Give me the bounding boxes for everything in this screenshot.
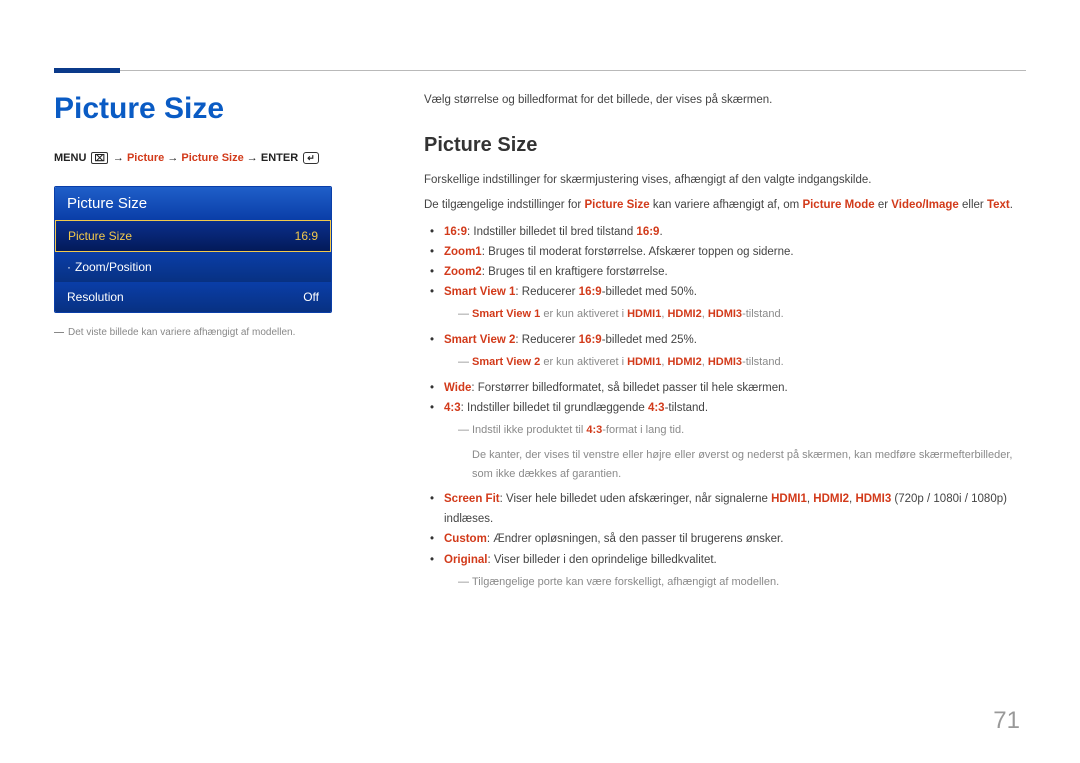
bullet-smartview1: Smart View 1: Reducerer 16:9-billedet me… [430, 282, 1026, 324]
subnote-ports: Tilgængelige porte kan være forskelligt,… [458, 573, 1026, 592]
bullet-custom: Custom: Ændrer opløsningen, så den passe… [430, 529, 1026, 549]
bullet-4-3: 4:3: Indstiller billedet til grundlæggen… [430, 398, 1026, 483]
bullet-wide: Wide: Forstørrer billedformatet, så bill… [430, 378, 1026, 398]
bullet-list: 16:9: Indstiller billedet til bred tilst… [430, 222, 1026, 592]
menu-icon: ⌧ [91, 152, 107, 164]
arrow: → [167, 152, 181, 164]
body-para-1: Forskellige indstillinger for skærmjuste… [424, 171, 1026, 191]
body-para-2: De tilgængelige indstillinger for Pictur… [424, 196, 1026, 216]
osd-row-resolution[interactable]: Resolution Off [55, 282, 331, 312]
enter-label: ENTER [261, 152, 298, 164]
left-footnote: ―Det viste billede kan variere afhængigt… [54, 327, 364, 338]
osd-row-label: Picture Size [68, 229, 132, 243]
bullet-16-9: 16:9: Indstiller billedet til bred tilst… [430, 222, 1026, 242]
header-rule [54, 70, 1026, 71]
osd-row-zoom-position[interactable]: ·Zoom/Position [55, 252, 331, 282]
page-number: 71 [993, 707, 1020, 735]
page-heading: Picture Size [54, 92, 364, 126]
path-picture-size: Picture Size [181, 152, 243, 164]
bullet-original: Original: Viser billeder i den oprindeli… [430, 550, 1026, 592]
arrow: → [113, 152, 127, 164]
bullet-smartview2: Smart View 2: Reducerer 16:9-billedet me… [430, 330, 1026, 372]
osd-row-label: ·Zoom/Position [67, 260, 152, 274]
bullet-screenfit: Screen Fit: Viser hele billedet uden afs… [430, 489, 1026, 529]
osd-row-label: Resolution [67, 290, 124, 304]
osd-row-value: 16:9 [295, 229, 318, 243]
subnote-4-3-a: Indstil ikke produktet til 4:3-format i … [458, 421, 1026, 440]
intro-text: Vælg størrelse og billedformat for det b… [424, 92, 1026, 110]
header-rule-accent [54, 68, 120, 73]
section-heading: Picture Size [424, 134, 1026, 157]
subnote-smartview2: Smart View 2 er kun aktiveret i HDMI1, H… [458, 353, 1026, 372]
osd-row-picture-size[interactable]: Picture Size 16:9 [55, 220, 331, 252]
osd-header: Picture Size [55, 187, 331, 220]
subnote-smartview1: Smart View 1 er kun aktiveret i HDMI1, H… [458, 305, 1026, 324]
menu-label: MENU [54, 152, 86, 164]
path-picture: Picture [127, 152, 164, 164]
osd-panel: Picture Size Picture Size 16:9 ·Zoom/Pos… [54, 186, 332, 313]
menu-path: MENU ⌧ → Picture → Picture Size → ENTER … [54, 152, 364, 164]
bullet-zoom2: Zoom2: Bruges til en kraftigere forstørr… [430, 262, 1026, 282]
arrow: → [247, 152, 261, 164]
enter-icon: ↵ [303, 152, 319, 164]
osd-row-value: Off [303, 290, 319, 304]
subnote-4-3-b: De kanter, der vises til venstre eller h… [472, 446, 1026, 483]
bullet-zoom1: Zoom1: Bruges til moderat forstørrelse. … [430, 242, 1026, 262]
